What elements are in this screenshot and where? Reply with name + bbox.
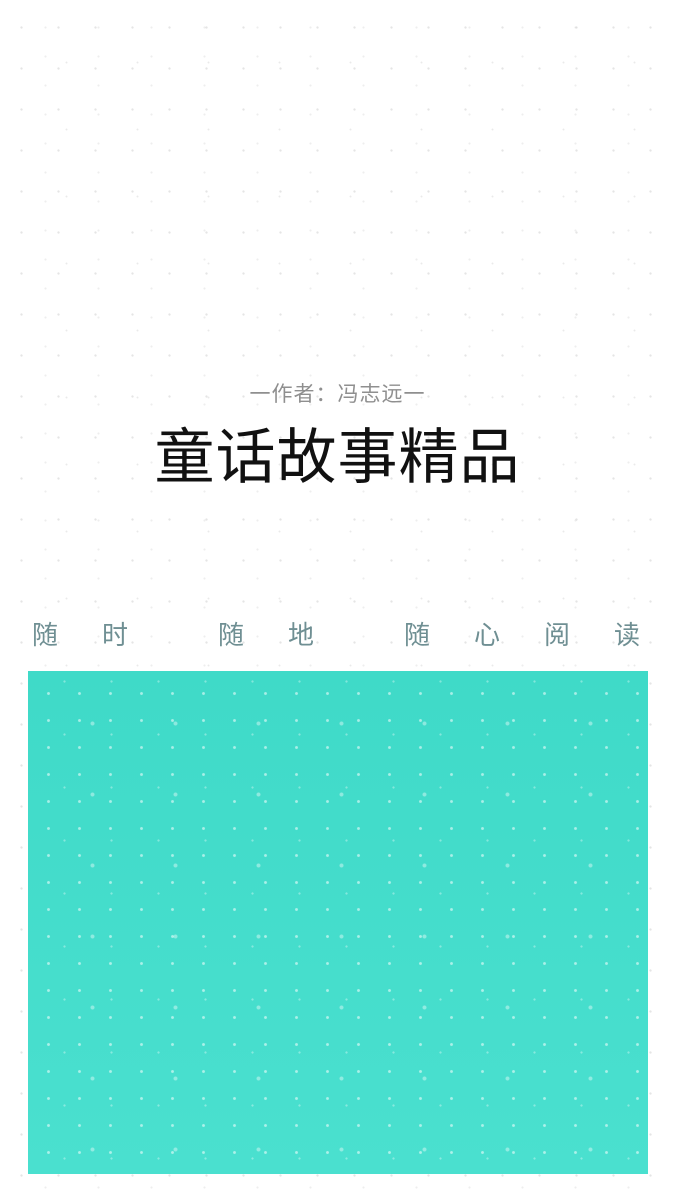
tagline: 随 时 随 地 随 心 阅 读	[0, 614, 675, 658]
cover-page: 一作者：冯志远一 童话故事精品 随 时 随 地 随 心 阅 读	[0, 0, 675, 1200]
tagline-char: 读	[614, 621, 641, 651]
tagline-char: 随	[32, 621, 59, 651]
tagline-char: 随	[404, 621, 431, 651]
tagline-char: 地	[288, 621, 315, 651]
tagline-char: 随	[218, 621, 245, 651]
tagline-char: 心	[474, 621, 501, 651]
author-line: 一作者：冯志远一	[249, 382, 426, 406]
cover-image-panel	[28, 671, 648, 1174]
book-title: 童话故事精品	[154, 423, 521, 493]
tagline-char: 阅	[544, 621, 571, 651]
tagline-char: 时	[102, 621, 129, 651]
